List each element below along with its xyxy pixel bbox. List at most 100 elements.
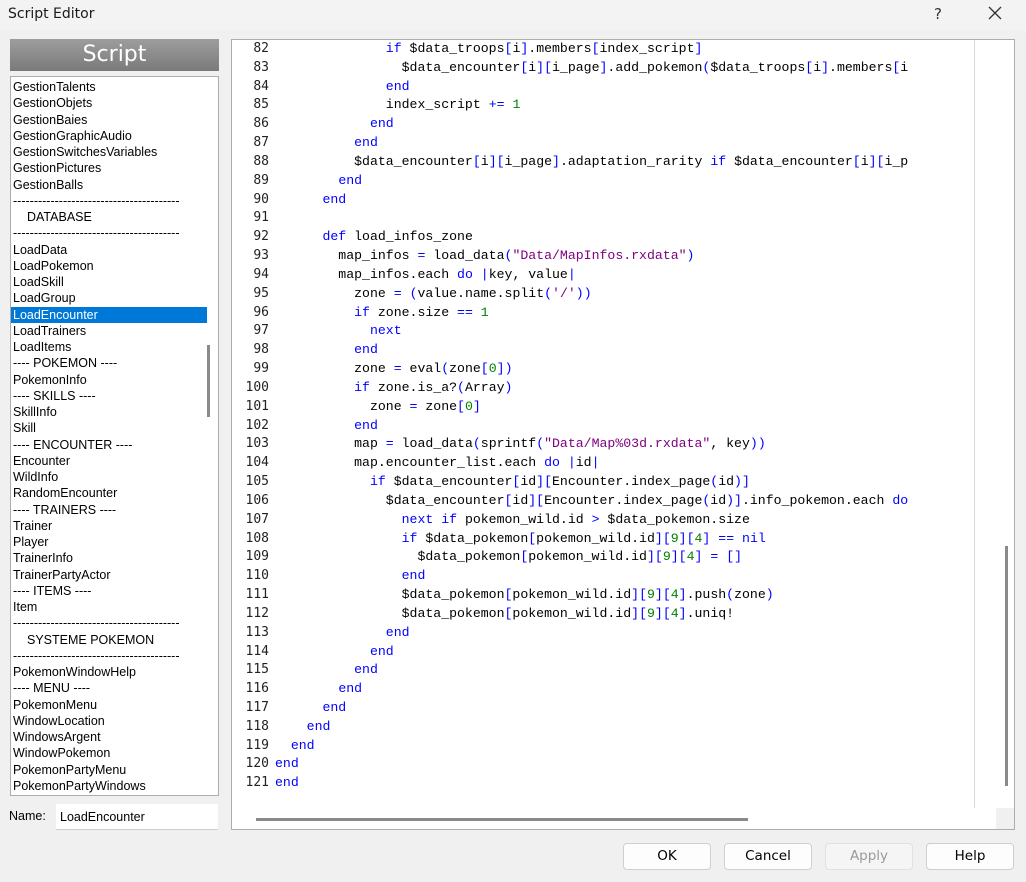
name-input[interactable] [56,804,218,830]
script-list-scrollbar[interactable] [207,345,210,417]
close-button[interactable] [980,2,1010,26]
script-list-item[interactable]: ---- ENCOUNTER ---- [11,437,207,453]
script-list-item[interactable]: ---- POKEMON ---- [11,355,207,371]
code-line[interactable]: $data_encounter[i][i_page].adaptation_ra… [275,153,974,172]
editor-horizontal-scrollbar[interactable] [256,818,748,821]
code-line[interactable]: map = load_data(sprintf("Data/Map%03d.rx… [275,435,974,454]
script-list-item[interactable]: LoadData [11,242,207,258]
script-list-item[interactable]: ---------------------------------------- [11,648,207,664]
code-line[interactable]: zone = (value.name.split('/')) [275,285,974,304]
script-list-item[interactable]: Skill [11,420,207,436]
code-line[interactable]: map.encounter_list.each do |id| [275,454,974,473]
help-question-button[interactable]: ? [926,2,950,26]
code-line[interactable]: end [275,661,974,680]
code-line[interactable]: end [275,341,974,360]
code-line[interactable]: if $data_pokemon[pokemon_wild.id][9][4] … [275,530,974,549]
script-list-item[interactable]: TrainerInfo [11,550,207,566]
code-line[interactable]: $data_encounter[id][Encounter.index_page… [275,492,974,511]
code-line[interactable]: if $data_troops[i].members[index_script] [275,40,974,59]
code-line[interactable]: end [275,643,974,662]
script-list-item[interactable]: WindowsArgent [11,729,207,745]
code-line[interactable]: end [275,115,974,134]
code-line[interactable]: map_infos.each do |key, value| [275,266,974,285]
code-line[interactable]: index_script += 1 [275,96,974,115]
script-list-item[interactable]: ---- MENU ---- [11,680,207,696]
script-list-item[interactable]: PokemonWindowHelp [11,664,207,680]
code-line[interactable]: end [275,699,974,718]
code-editor[interactable]: 82 83 84 85 86 87 88 89 90 91 92 93 94 95 96 97 98 99 100 1… [231,39,1015,830]
script-list-item[interactable]: PokemonPartyWindows [11,778,207,794]
code-line[interactable]: if $data_encounter[id][Encounter.index_p… [275,473,974,492]
script-list-item[interactable]: ---- SKILLS ---- [11,388,207,404]
code-line[interactable] [275,209,974,228]
code-line[interactable]: end [275,417,974,436]
script-list-item[interactable]: ---------------------------------------- [11,615,207,631]
script-list-item[interactable]: GestionSwitchesVariables [11,144,207,160]
code-line[interactable]: end [275,680,974,699]
code-line[interactable]: end [275,774,974,793]
script-list-item[interactable]: GestionGraphicAudio [11,128,207,144]
script-list-item[interactable]: DATABASE [11,209,207,225]
script-list-item[interactable]: SkillInfo [11,404,207,420]
script-list-item[interactable]: ---- ITEMS ---- [11,583,207,599]
code-line[interactable]: end [275,567,974,586]
code-line[interactable]: end [275,624,974,643]
ok-button[interactable]: OK [623,843,711,870]
script-list-item[interactable]: WindowLocation [11,713,207,729]
script-list-item[interactable]: LoadGroup [11,290,207,306]
code-line[interactable]: if zone.is_a?(Array) [275,379,974,398]
script-list-item[interactable]: GestionBaies [11,112,207,128]
editor-vertical-scrollbar[interactable] [1005,546,1008,786]
code-line[interactable]: def load_infos_zone [275,228,974,247]
script-list-item[interactable]: RandomEncounter [11,485,207,501]
apply-button[interactable]: Apply [825,843,913,870]
code-line[interactable]: end [275,718,974,737]
script-list-item[interactable]: GestionTalents [11,79,207,95]
code-line[interactable]: end [275,755,974,774]
script-list-item[interactable]: LoadItems [11,339,207,355]
code-line[interactable]: end [275,78,974,97]
code-line[interactable]: end [275,172,974,191]
code-line[interactable]: next [275,322,974,341]
code-line[interactable]: $data_encounter[i][i_page].add_pokemon($… [275,59,974,78]
cancel-button[interactable]: Cancel [724,843,812,870]
code-area[interactable]: if $data_troops[i].members[index_script]… [275,40,974,793]
help-button[interactable]: Help [926,843,1014,870]
script-list-item[interactable]: WindowPokemon [11,745,207,761]
script-list-item[interactable]: Encounter [11,453,207,469]
script-list-item[interactable]: ---------------------------------------- [11,225,207,241]
script-list-item[interactable]: SYSTEME POKEMON [11,632,207,648]
line-number: 97 [253,323,269,339]
script-list-item[interactable]: ---- TRAINERS ---- [11,502,207,518]
code-line[interactable]: $data_pokemon[pokemon_wild.id][9][4].pus… [275,586,974,605]
code-line[interactable]: zone = eval(zone[0]) [275,360,974,379]
script-list-item[interactable]: PokemonMenu [11,697,207,713]
code-line[interactable]: if zone.size == 1 [275,304,974,323]
line-number: 111 [245,587,269,603]
code-line[interactable]: end [275,191,974,210]
script-list-item[interactable]: LoadEncounter [11,306,207,323]
script-list-item[interactable]: GestionBalls [11,177,207,193]
script-list-item[interactable]: LoadTrainers [11,323,207,339]
script-list-item[interactable]: Player [11,534,207,550]
script-list-item[interactable]: GestionPictures [11,160,207,176]
script-list-item[interactable]: PokemonPartyMenu [11,762,207,778]
script-list-item[interactable]: WildInfo [11,469,207,485]
script-list-item[interactable]: Item [11,599,207,615]
script-list-item[interactable]: PokemonInfo [11,372,207,388]
code-line[interactable]: map_infos = load_data("Data/MapInfos.rxd… [275,247,974,266]
script-list-item[interactable]: Trainer [11,518,207,534]
script-list[interactable]: GestionTalents GestionObjets GestionBaies G… [10,76,219,796]
script-list-item[interactable]: LoadPokemon [11,258,207,274]
code-line[interactable]: next if pokemon_wild.id > $data_pokemon.… [275,511,974,530]
script-list-item[interactable]: GestionObjets [11,95,207,111]
editor-edge-line [974,40,975,808]
script-list-item[interactable]: LoadSkill [11,274,207,290]
code-line[interactable]: $data_pokemon[pokemon_wild.id][9][4] = [… [275,548,974,567]
script-list-item[interactable]: ---------------------------------------- [11,193,207,209]
code-line[interactable]: $data_pokemon[pokemon_wild.id][9][4].uni… [275,605,974,624]
script-list-item[interactable]: TrainerPartyActor [11,567,207,583]
code-line[interactable]: end [275,737,974,756]
code-line[interactable]: end [275,134,974,153]
code-line[interactable]: zone = zone[0] [275,398,974,417]
